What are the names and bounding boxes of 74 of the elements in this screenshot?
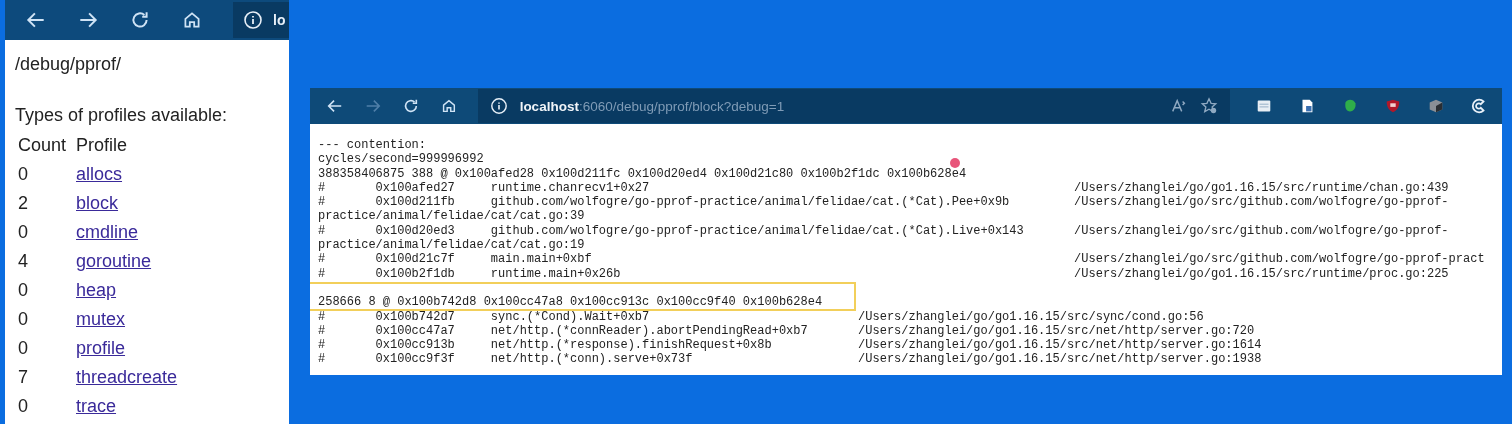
address-text: 0x100cc9f3f bbox=[375, 352, 456, 367]
star-icon[interactable] bbox=[1200, 97, 1218, 115]
address-text: 0x100cc47a7 bbox=[375, 323, 456, 339]
intro-text: Types of profiles available: bbox=[15, 105, 229, 126]
comment-mark: # bbox=[318, 195, 327, 210]
file-path: /Users/zhanglei/go/go1.16.15/src/sync/cond.go:56 bbox=[858, 309, 1205, 324]
comment-mark: # bbox=[318, 180, 327, 196]
file-path: practice/animal/felidae/cat/cat.go:39 bbox=[318, 209, 585, 224]
profile-text: 258666 8 @ 0x100b742d8 0x100cc47a8 0x100cc913c 0x100cc9f40 0x100b628e4 bbox=[318, 295, 823, 310]
count-cell-text: 4 bbox=[17, 250, 29, 273]
file-path: /Users/zhanglei/go/src/github.com/wolfogre/go-pprof-pract bbox=[1074, 252, 1486, 267]
file-path: practice/animal/felidae/cat/cat.go:19 bbox=[318, 238, 585, 253]
profile-link[interactable]: goroutine bbox=[76, 251, 152, 271]
address-text: 0x100d20ed3 bbox=[375, 223, 456, 239]
profile-link[interactable]: allocs bbox=[76, 164, 123, 184]
cursor-highlight bbox=[950, 158, 960, 168]
function-name: github.com/wolfogre/go-pprof-practice/animal/felidae/cat.(*Cat).Pee+0x9b bbox=[490, 195, 1011, 210]
info-icon bbox=[243, 10, 263, 30]
address-bar[interactable]: localhost:6060/debug/pprof/block?debug=1 bbox=[477, 89, 1230, 123]
file-path: /Users/zhanglei/go/go1.16.15/src/runtime/chan.go:439 bbox=[1074, 180, 1450, 196]
function-name: net/http.(*connReader).abortPendingRead+0xb7 bbox=[490, 323, 809, 339]
back-icon[interactable] bbox=[326, 97, 344, 115]
address-text: 0x100d21c7f bbox=[375, 252, 456, 267]
comment-mark: # bbox=[318, 309, 327, 324]
profile-text: --- contention: bbox=[318, 138, 427, 153]
function-name: main.main+0xbf bbox=[490, 252, 593, 267]
function-name: sync.(*Cond).Wait+0xb7 bbox=[490, 309, 651, 324]
count-cell-text: 0 bbox=[17, 337, 29, 360]
file-path: /Users/zhanglei/go/go1.16.15/src/net/http/server.go:1614 bbox=[858, 338, 1263, 353]
file-path: /Users/zhanglei/go/src/github.com/wolfogre/go-pprof- bbox=[1074, 195, 1450, 210]
column-header: Profile bbox=[75, 134, 129, 157]
page-heading: /debug/pprof/ bbox=[15, 54, 123, 75]
count-cell-text: 0 bbox=[17, 279, 29, 302]
count-cell-text: 0 bbox=[17, 395, 29, 418]
count-cell-text: 0 bbox=[17, 221, 29, 244]
comment-mark: # bbox=[318, 352, 327, 367]
function-name: runtime.chanrecv1+0x27 bbox=[490, 180, 651, 196]
cube-icon[interactable] bbox=[1427, 97, 1445, 115]
address-text: 0x100b742d7 bbox=[375, 309, 456, 324]
profile-link[interactable]: profile bbox=[76, 338, 126, 358]
count-cell-text: 0 bbox=[17, 308, 29, 331]
profile-text: 388358406875 388 @ 0x100afed28 0x100d211fc 0x100d20ed4 0x100d21c80 0x100b2f1dc 0x100b628e4 bbox=[318, 166, 967, 181]
shield-icon[interactable] bbox=[1384, 97, 1402, 115]
count-cell-text: 0 bbox=[17, 163, 29, 186]
file-path: /Users/zhanglei/go/go1.16.15/src/runtime/proc.go:225 bbox=[1074, 266, 1450, 281]
count-cell-text: 7 bbox=[17, 366, 29, 389]
comment-mark: # bbox=[318, 323, 327, 339]
comment-mark: # bbox=[318, 223, 327, 239]
function-name: runtime.main+0x26b bbox=[490, 266, 622, 281]
address-text: 0x100cc913b bbox=[375, 338, 456, 353]
file-path: /Users/zhanglei/go/go1.16.15/src/net/http/server.go:1938 bbox=[858, 352, 1263, 367]
comment-mark: # bbox=[318, 338, 327, 353]
refresh-icon[interactable] bbox=[129, 9, 151, 31]
function-name: net/http.(*conn).serve+0x73f bbox=[490, 352, 694, 367]
profile-link[interactable]: mutex bbox=[76, 309, 126, 329]
profile-link[interactable]: threadcreate bbox=[76, 367, 178, 387]
column-header: Count bbox=[17, 134, 68, 157]
address-bar[interactable]: lo bbox=[233, 2, 289, 38]
address-text: 0x100afed27 bbox=[375, 180, 456, 196]
function-name: github.com/wolfogre/go-pprof-practice/animal/felidae/cat.(*Cat).Live+0x143 bbox=[490, 223, 1025, 239]
profile-link[interactable]: block bbox=[76, 193, 119, 213]
profile-link[interactable]: heap bbox=[76, 280, 117, 300]
info-icon bbox=[489, 97, 508, 115]
profile-link[interactable]: cmdline bbox=[76, 222, 139, 242]
profile-link[interactable]: trace bbox=[76, 396, 117, 416]
file-path: /Users/zhanglei/go/src/github.com/wolfogre/go-pprof- bbox=[1074, 223, 1450, 239]
comment-mark: # bbox=[318, 252, 327, 267]
comment-mark: # bbox=[318, 266, 327, 281]
profile-text: cycles/second=999996992 bbox=[318, 152, 484, 167]
address-text: 0x100b2f1db bbox=[375, 266, 456, 281]
file-path: /Users/zhanglei/go/go1.16.15/src/net/http/server.go:720 bbox=[858, 323, 1256, 339]
address-text: 0x100d211fb bbox=[375, 195, 456, 210]
function-name: net/http.(*response).finishRequest+0x8b bbox=[490, 338, 773, 353]
count-cell-text: 2 bbox=[17, 192, 29, 215]
